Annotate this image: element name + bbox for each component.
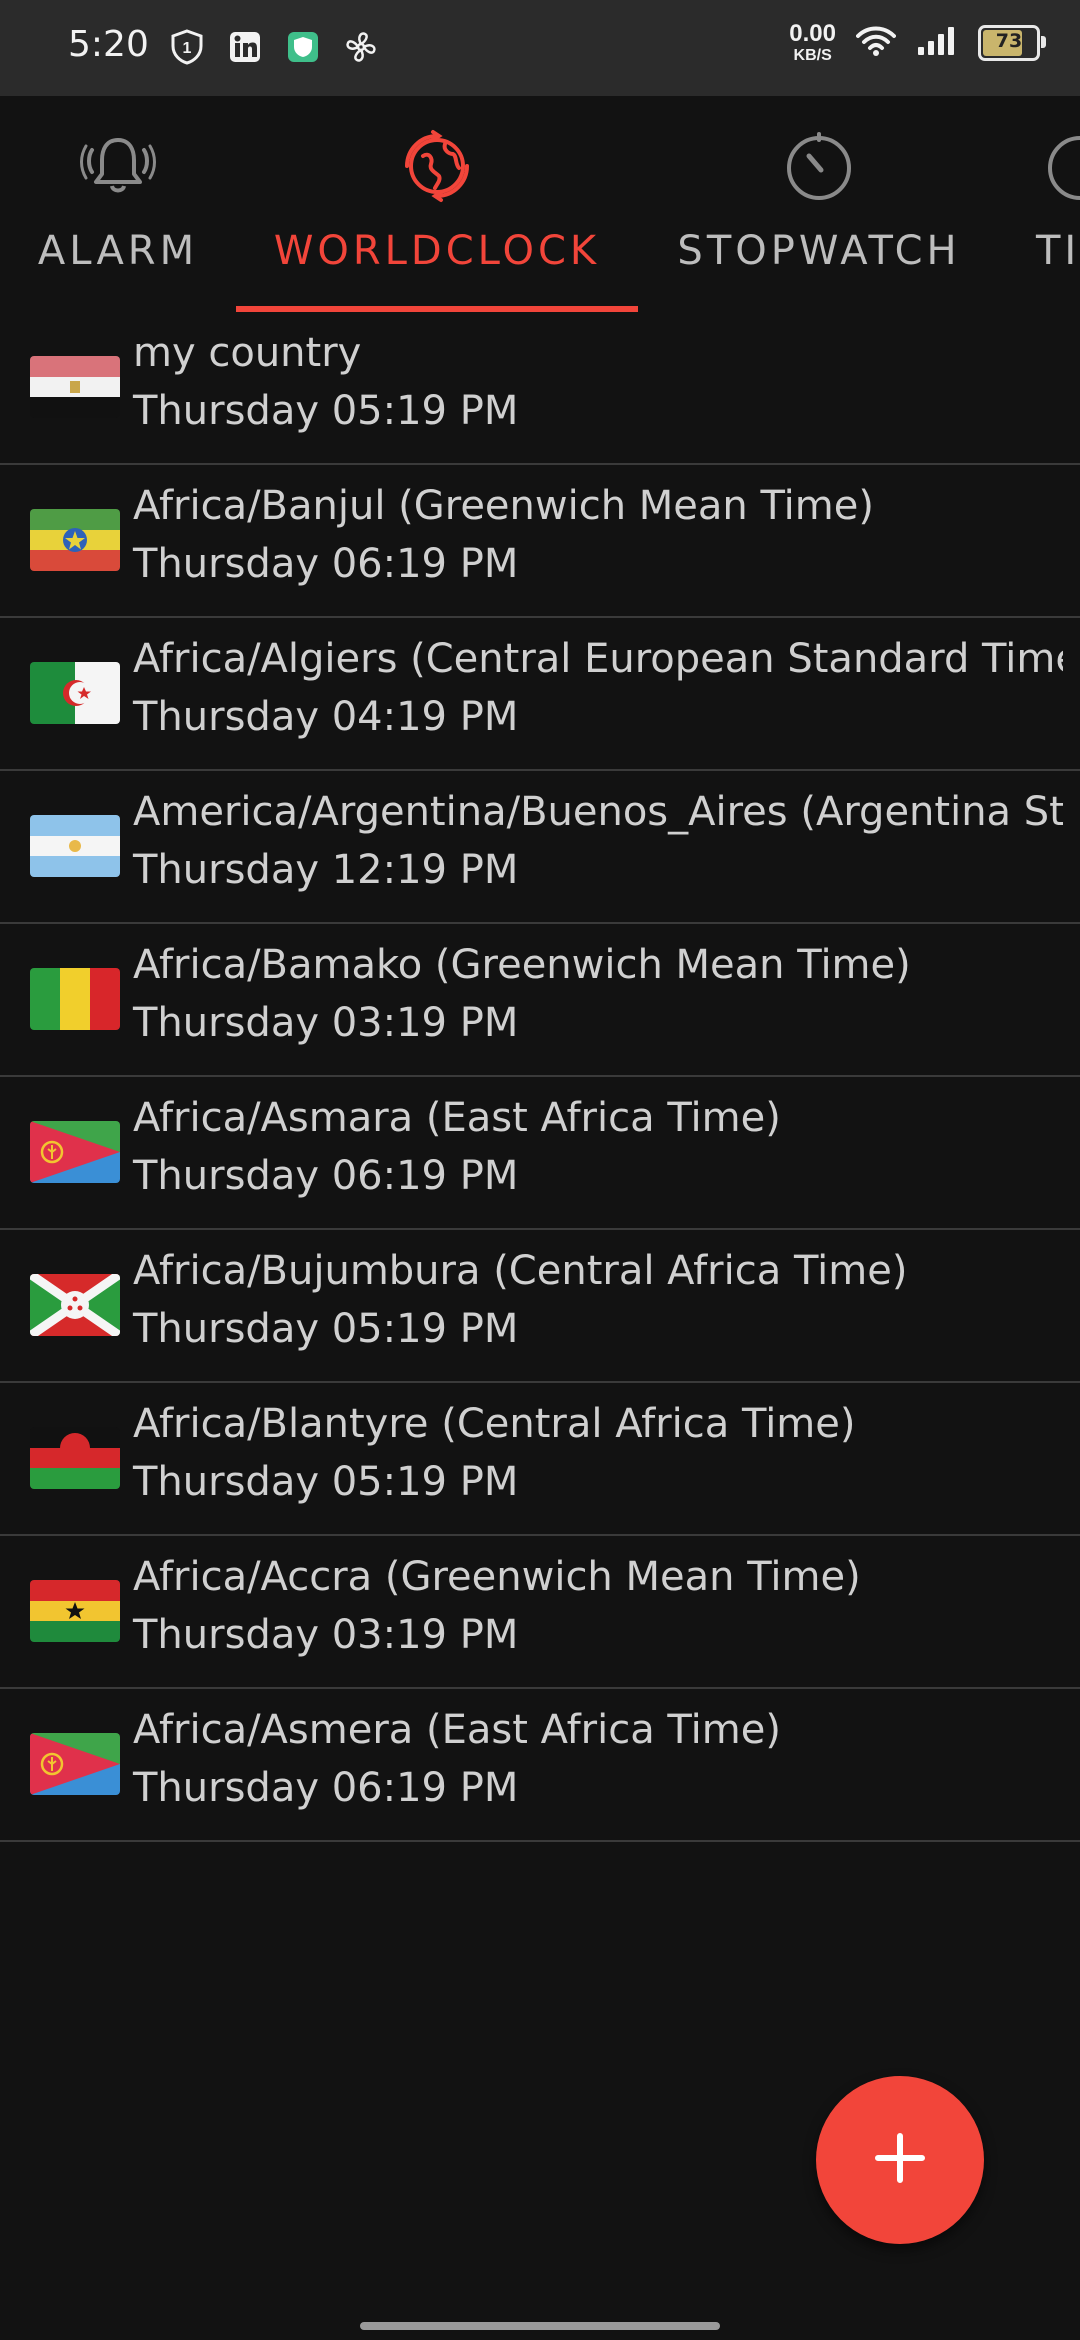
tab-alarm-label: ALARM xyxy=(37,228,199,274)
clock-time: Thursday 03:19 PM xyxy=(133,1612,519,1658)
clock-time: Thursday 06:19 PM xyxy=(133,541,519,587)
status-time: 5:20 xyxy=(68,24,149,65)
clock-time: Thursday 05:19 PM xyxy=(133,388,519,434)
list-item[interactable]: Africa/Blantyre (Central Africa Time) Th… xyxy=(0,1383,1080,1536)
security-app-icon xyxy=(284,28,322,66)
mali-flag-icon xyxy=(30,968,120,1030)
battery-level: 73 xyxy=(995,30,1023,52)
signal-icon xyxy=(916,25,958,61)
worldclock-list: my country Thursday 05:19 PM Africa/Banj… xyxy=(0,312,1080,1842)
eritrea-flag-icon xyxy=(30,1733,120,1795)
list-item[interactable]: Africa/Bamako (Greenwich Mean Time) Thur… xyxy=(0,924,1080,1077)
list-item[interactable]: Africa/Bujumbura (Central Africa Time) T… xyxy=(0,1230,1080,1383)
add-clock-button[interactable] xyxy=(816,2076,984,2244)
notification-icons: 1 xyxy=(168,28,380,66)
egypt-flag-icon xyxy=(30,356,120,418)
linkedin-icon xyxy=(226,28,264,66)
timer-icon xyxy=(1040,126,1080,206)
clock-name: Africa/Bamako (Greenwich Mean Time) xyxy=(133,942,911,988)
list-item[interactable]: Africa/Asmera (East Africa Time) Thursda… xyxy=(0,1689,1080,1842)
clock-time: Thursday 04:19 PM xyxy=(133,694,519,740)
shield-1-icon: 1 xyxy=(168,28,206,66)
list-item[interactable]: Africa/Accra (Greenwich Mean Time) Thurs… xyxy=(0,1536,1080,1689)
clock-name: America/Argentina/Buenos_Aires (Argentin… xyxy=(133,789,1063,835)
eritrea-flag-icon xyxy=(30,1121,120,1183)
tab-stopwatch-label: STOPWATCH xyxy=(677,228,961,274)
tab-alarm[interactable]: ALARM xyxy=(0,96,236,312)
ethiopia-flag-icon xyxy=(30,509,120,571)
clock-time: Thursday 12:19 PM xyxy=(133,847,519,893)
list-item[interactable]: America/Argentina/Buenos_Aires (Argentin… xyxy=(0,771,1080,924)
list-item[interactable]: Africa/Banjul (Greenwich Mean Time) Thur… xyxy=(0,465,1080,618)
list-item[interactable]: my country Thursday 05:19 PM xyxy=(0,312,1080,465)
gesture-bar[interactable] xyxy=(360,2322,720,2330)
argentina-flag-icon xyxy=(30,815,120,877)
tab-timer-label: TI xyxy=(1036,228,1080,274)
malawi-flag-icon xyxy=(30,1427,120,1489)
network-speed-unit: KB/S xyxy=(793,47,832,64)
clock-name: Africa/Blantyre (Central Africa Time) xyxy=(133,1401,856,1447)
algeria-flag-icon xyxy=(30,662,120,724)
clock-name: my country xyxy=(133,330,362,376)
tab-worldclock-label: WORLDCLOCK xyxy=(273,228,601,274)
burundi-flag-icon xyxy=(30,1274,120,1336)
clock-time: Thursday 05:19 PM xyxy=(133,1459,519,1505)
clock-name: Africa/Algiers (Central European Standar… xyxy=(133,636,1063,682)
clock-name: Africa/Banjul (Greenwich Mean Time) xyxy=(133,483,874,529)
network-speed: 0.00 KB/S xyxy=(789,22,836,64)
wifi-icon xyxy=(856,24,896,62)
tab-stopwatch[interactable]: STOPWATCH xyxy=(638,96,1000,312)
clock-name: Africa/Accra (Greenwich Mean Time) xyxy=(133,1554,861,1600)
list-item[interactable]: Africa/Asmara (East Africa Time) Thursda… xyxy=(0,1077,1080,1230)
clock-time: Thursday 06:19 PM xyxy=(133,1765,519,1811)
network-speed-value: 0.00 xyxy=(789,20,836,47)
battery-icon: 73 xyxy=(978,25,1046,61)
clock-name: Africa/Asmara (East Africa Time) xyxy=(133,1095,781,1141)
worldclock-globe-icon xyxy=(397,126,477,206)
tab-worldclock[interactable]: WORLDCLOCK xyxy=(236,96,638,312)
battery-nub xyxy=(1041,36,1046,48)
clock-time: Thursday 05:19 PM xyxy=(133,1306,519,1352)
clock-time: Thursday 03:19 PM xyxy=(133,1000,519,1046)
ghana-flag-icon xyxy=(30,1580,120,1642)
stopwatch-icon xyxy=(779,126,859,206)
list-item[interactable]: Africa/Algiers (Central European Standar… xyxy=(0,618,1080,771)
tab-bar: ALARM WORLDCLOCK STOPWATCH TI xyxy=(0,96,1080,312)
clock-time: Thursday 06:19 PM xyxy=(133,1153,519,1199)
status-bar: 5:20 1 0.00 KB/S 73 xyxy=(0,0,1080,96)
system-status: 0.00 KB/S 73 xyxy=(789,22,1046,64)
fan-icon xyxy=(342,28,380,66)
svg-text:1: 1 xyxy=(183,40,192,57)
tab-timer[interactable]: TI xyxy=(1030,96,1080,312)
clock-name: Africa/Bujumbura (Central Africa Time) xyxy=(133,1248,908,1294)
plus-icon xyxy=(872,2130,928,2190)
alarm-bell-icon xyxy=(78,126,158,206)
clock-name: Africa/Asmera (East Africa Time) xyxy=(133,1707,781,1753)
